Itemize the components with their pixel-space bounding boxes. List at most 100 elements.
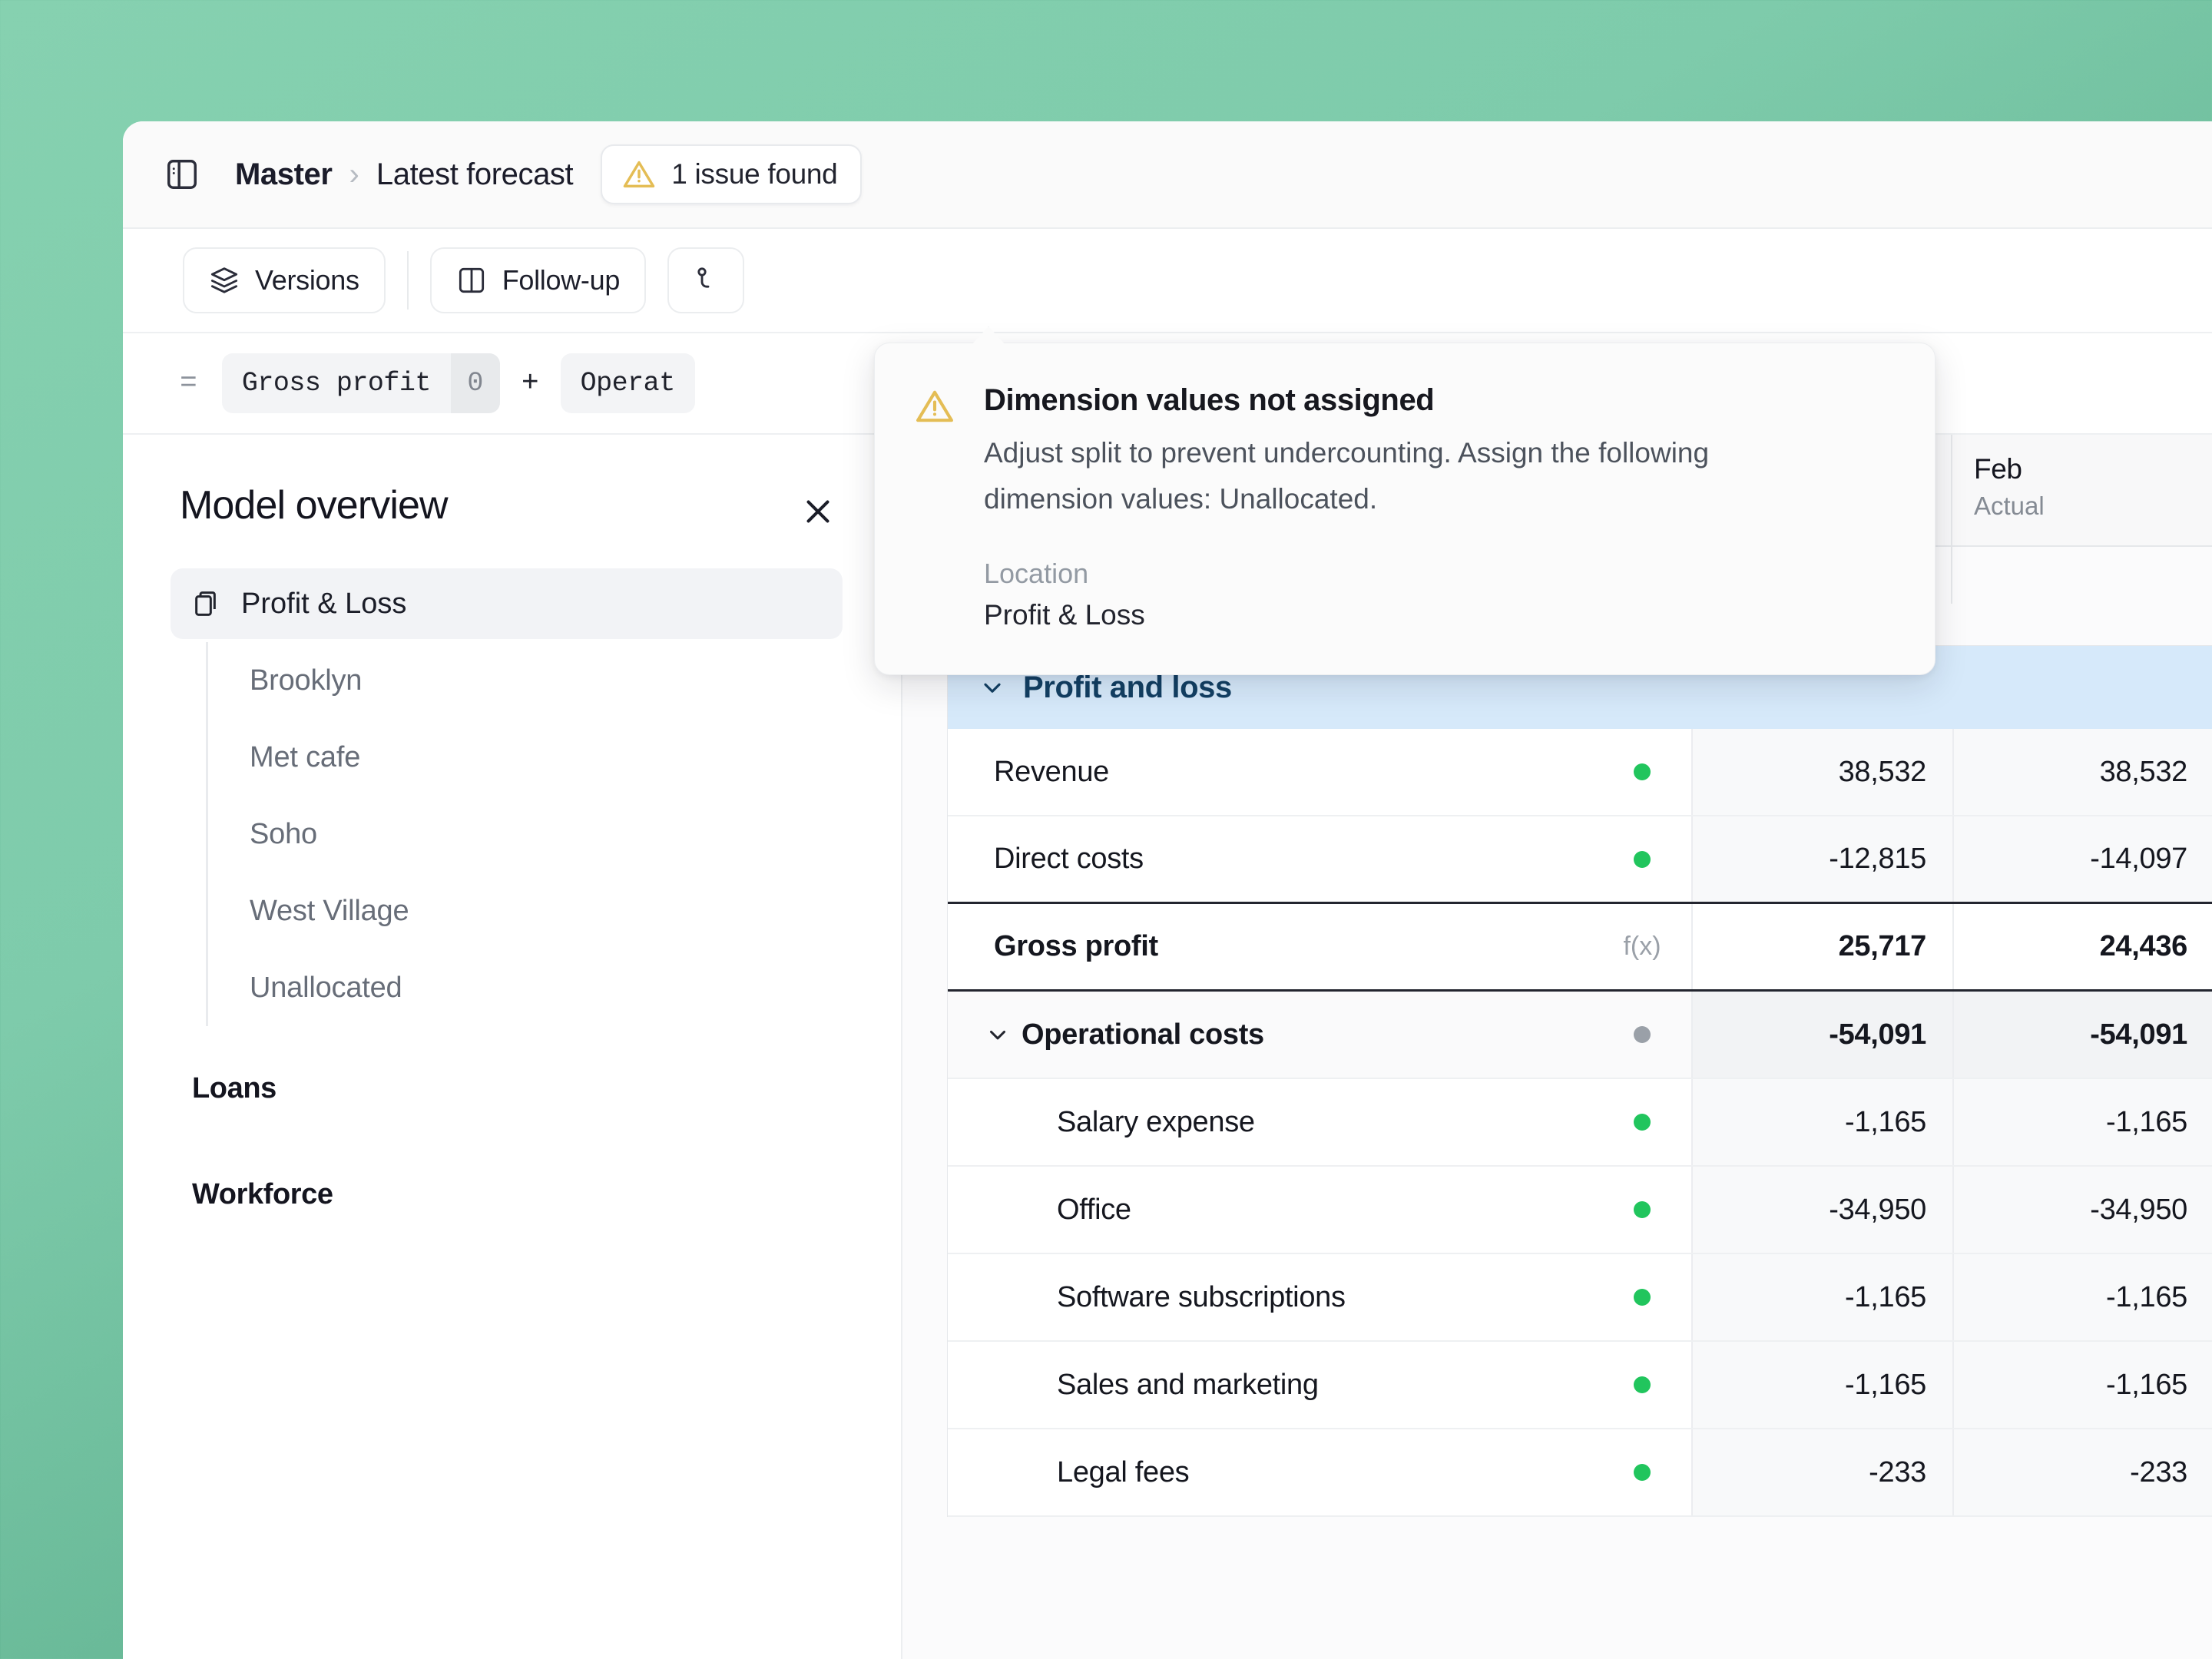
- issue-found-button[interactable]: 1 issue found: [601, 144, 863, 204]
- row-value-feb[interactable]: -54,091: [1952, 992, 2212, 1078]
- breadcrumb-current[interactable]: Latest forecast: [376, 157, 574, 192]
- formula-fx-icon: f(x): [1623, 932, 1661, 961]
- sidebar-item-soho[interactable]: Soho: [210, 796, 843, 873]
- row-status-cell: f(x): [1593, 904, 1691, 989]
- row-label-cell: Operational costs: [948, 992, 1593, 1078]
- sidebar-item-brooklyn[interactable]: Brooklyn: [210, 642, 843, 719]
- row-label: Office: [1057, 1193, 1131, 1226]
- issue-found-label: 1 issue found: [671, 158, 838, 190]
- table-row[interactable]: Gross profit f(x) 25,717 24,436: [948, 904, 2212, 992]
- row-label: Sales and marketing: [1057, 1368, 1319, 1401]
- formula-token-badge: 0: [450, 353, 500, 413]
- row-value-jan[interactable]: 38,532: [1691, 729, 1952, 815]
- table-row[interactable]: Salary expense -1,165 -1,165: [948, 1079, 2212, 1167]
- sidebar-item-west-village[interactable]: West Village: [210, 873, 843, 949]
- row-label: Operational costs: [1022, 1018, 1264, 1051]
- versions-label: Versions: [255, 264, 359, 296]
- row-value-feb[interactable]: 38,532: [1952, 729, 2212, 815]
- row-label: Direct costs: [994, 843, 1144, 875]
- table-group-label: Profit and loss: [1023, 670, 1232, 704]
- row-label-cell: Office: [948, 1167, 1593, 1253]
- row-status-cell: [1593, 729, 1691, 815]
- formula-token-gross-profit[interactable]: Gross profit 0: [221, 353, 500, 413]
- row-value-feb[interactable]: 24,436: [1952, 904, 2212, 989]
- versions-button[interactable]: Versions: [183, 247, 386, 313]
- chevron-down-icon[interactable]: [985, 1022, 1011, 1048]
- row-label: Legal fees: [1057, 1455, 1190, 1488]
- row-status-cell: [1593, 1079, 1691, 1165]
- model-overview-nav: Profit & Loss Brooklyn Met cafe Soho Wes…: [123, 568, 869, 1237]
- follow-up-label: Follow-up: [502, 264, 621, 296]
- row-label-cell: Legal fees: [948, 1429, 1593, 1515]
- row-status-cell: [1593, 992, 1691, 1078]
- row-label-cell: Software subscriptions: [948, 1254, 1593, 1340]
- formula-equals-sign: =: [180, 366, 197, 400]
- toolbar-divider: [406, 251, 409, 310]
- formula-token-operational[interactable]: Operat: [560, 353, 695, 413]
- row-label: Gross profit: [994, 930, 1158, 962]
- toolbar: Versions Follow-up: [123, 229, 2212, 333]
- breadcrumb-root[interactable]: Master: [235, 157, 333, 192]
- status-dot-green: [1634, 763, 1651, 780]
- row-label-cell: Salary expense: [948, 1079, 1593, 1165]
- status-dot-green: [1634, 1376, 1651, 1393]
- table-row[interactable]: Sales and marketing -1,165 -1,165: [948, 1342, 2212, 1429]
- row-value-feb[interactable]: -34,950: [1952, 1167, 2212, 1253]
- row-value-feb[interactable]: -1,165: [1952, 1079, 2212, 1165]
- row-status-cell: [1593, 816, 1691, 902]
- row-status-cell: [1593, 1254, 1691, 1340]
- sidebar-child-label: Unallocated: [250, 971, 402, 1004]
- branch-button[interactable]: [667, 247, 745, 313]
- row-label-cell: Direct costs: [948, 816, 1593, 902]
- sidebar-panel-icon[interactable]: [158, 151, 206, 198]
- row-value-feb[interactable]: -233: [1952, 1429, 2212, 1515]
- table-row[interactable]: Legal fees -233 -233: [948, 1429, 2212, 1517]
- tooltip-description: Adjust split to prevent undercounting. A…: [984, 437, 1710, 515]
- status-dot-green: [1634, 850, 1651, 868]
- row-value-jan[interactable]: -1,165: [1691, 1079, 1952, 1165]
- formula-operator-plus: +: [521, 366, 539, 400]
- row-value-jan[interactable]: -54,091: [1691, 992, 1952, 1078]
- tooltip-title: Dimension values not assigned: [984, 383, 1435, 417]
- table-row[interactable]: Revenue 38,532 38,532: [948, 729, 2212, 816]
- row-value-feb[interactable]: -1,165: [1952, 1342, 2212, 1428]
- column-header-feb[interactable]: Feb Actual: [1951, 435, 2212, 545]
- row-value-feb[interactable]: -14,097: [1952, 816, 2212, 902]
- row-value-jan[interactable]: -233: [1691, 1429, 1952, 1515]
- sidebar-item-label: Loans: [192, 1071, 276, 1104]
- sidebar-item-profit-and-loss[interactable]: Profit & Loss: [171, 568, 843, 639]
- sidebar-item-workforce[interactable]: Workforce: [171, 1152, 843, 1237]
- status-dot-green: [1634, 1289, 1651, 1306]
- sidebar-child-label: West Village: [250, 894, 409, 927]
- row-status-cell: [1593, 1167, 1691, 1253]
- sidebar-item-met-cafe[interactable]: Met cafe: [210, 719, 843, 796]
- close-icon[interactable]: [793, 487, 843, 536]
- column-scenario: Actual: [1974, 492, 2045, 520]
- status-dot-green: [1634, 1114, 1651, 1131]
- row-value-jan[interactable]: -1,165: [1691, 1254, 1952, 1340]
- model-overview-header: Model overview: [123, 435, 869, 536]
- row-value-jan[interactable]: -1,165: [1691, 1342, 1952, 1428]
- row-value-jan[interactable]: 25,717: [1691, 904, 1952, 989]
- table-row[interactable]: Software subscriptions -1,165 -1,165: [948, 1254, 2212, 1342]
- row-value-jan[interactable]: -34,950: [1691, 1167, 1952, 1253]
- status-dot-green: [1634, 1464, 1651, 1481]
- columns-icon: [456, 265, 487, 296]
- tooltip-location-value: Profit & Loss: [984, 598, 1145, 631]
- table-row[interactable]: Office -34,950 -34,950: [948, 1167, 2212, 1254]
- chevron-down-icon[interactable]: [979, 674, 1006, 701]
- row-value-feb[interactable]: -1,165: [1952, 1254, 2212, 1340]
- issue-tooltip: Dimension values not assigned Adjust spl…: [874, 326, 1936, 675]
- sidebar-item-label: Workforce: [192, 1177, 333, 1210]
- row-value-jan[interactable]: -12,815: [1691, 816, 1952, 902]
- table-row[interactable]: Direct costs -12,815 -14,097: [948, 816, 2212, 904]
- follow-up-button[interactable]: Follow-up: [429, 247, 647, 313]
- row-label-cell: Gross profit: [948, 904, 1593, 989]
- breadcrumb-separator: ›: [349, 157, 359, 191]
- sidebar-child-label: Brooklyn: [250, 664, 363, 697]
- sidebar-item-loans[interactable]: Loans: [171, 1046, 843, 1131]
- model-overview-panel: Model overview Profit & Loss Brooklyn Me…: [123, 435, 902, 1659]
- sidebar-item-unallocated[interactable]: Unallocated: [210, 949, 843, 1026]
- row-label: Software subscriptions: [1057, 1280, 1346, 1313]
- table-row[interactable]: Operational costs -54,091 -54,091: [948, 992, 2212, 1079]
